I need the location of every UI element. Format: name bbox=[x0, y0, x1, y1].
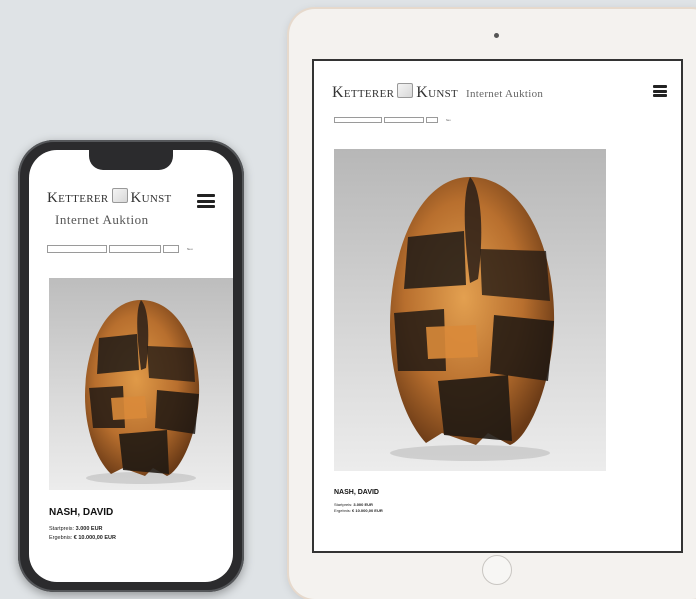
search-submit-button[interactable]: Neu bbox=[446, 119, 451, 122]
brand-subtitle: Internet Auktion bbox=[55, 212, 149, 227]
phone-header: Ketterer Kunst Internet Auktion bbox=[47, 188, 219, 232]
logo-mark-icon bbox=[111, 188, 128, 203]
search-field-artist[interactable] bbox=[47, 245, 107, 253]
menu-icon[interactable] bbox=[653, 85, 667, 97]
brand-name-part2: Kunst bbox=[416, 84, 459, 101]
start-price: Startpreis: 3.000 EUR bbox=[334, 502, 373, 507]
brand-name-part1: Ketterer bbox=[47, 190, 109, 206]
sculpture-illustration bbox=[390, 177, 555, 461]
result-price: Ergebnis: € 10.000,00 EUR bbox=[49, 535, 116, 541]
search-field-keyword[interactable] bbox=[109, 245, 161, 253]
brand-subtitle: Internet Auktion bbox=[466, 88, 544, 100]
start-price-label: Startpreis: bbox=[49, 526, 75, 532]
brand-name-part2: Kunst bbox=[130, 190, 172, 206]
start-price-value: 3.000 EUR bbox=[353, 502, 373, 507]
result-label: Ergebnis: bbox=[334, 508, 351, 513]
brand-logo[interactable]: Ketterer Kunst Internet Auktion bbox=[332, 83, 543, 102]
menu-icon[interactable] bbox=[197, 194, 215, 208]
start-price-value: 3.000 EUR bbox=[75, 526, 103, 532]
sculpture-illustration bbox=[85, 300, 200, 484]
tablet-device: Ketterer Kunst Internet Auktion Neu NASH… bbox=[289, 9, 696, 599]
device-mockup-scene: Ketterer Kunst Internet Auktion Neu NASH… bbox=[0, 0, 696, 599]
artist-name[interactable]: NASH, DAVID bbox=[334, 489, 379, 496]
search-field-lot[interactable] bbox=[163, 245, 179, 253]
logo-mark-icon bbox=[397, 83, 414, 98]
brand-name-part1: Ketterer bbox=[332, 84, 395, 101]
result-price: Ergebnis: € 10.000,00 EUR bbox=[334, 508, 383, 513]
search-field-keyword[interactable] bbox=[384, 117, 424, 123]
camera-icon bbox=[494, 33, 499, 38]
search-field-lot[interactable] bbox=[426, 117, 438, 123]
start-price-label: Startpreis: bbox=[334, 502, 353, 507]
artwork-image[interactable] bbox=[49, 278, 233, 490]
search-bar: Neu bbox=[334, 117, 451, 123]
phone-screen: Ketterer Kunst Internet Auktion Neu NASH… bbox=[29, 150, 233, 582]
artwork-image[interactable] bbox=[334, 149, 606, 471]
search-bar: Neu bbox=[47, 245, 193, 253]
phone-notch bbox=[89, 150, 173, 170]
search-field-artist[interactable] bbox=[334, 117, 382, 123]
search-submit-button[interactable]: Neu bbox=[187, 247, 193, 251]
phone-device: Ketterer Kunst Internet Auktion Neu NASH… bbox=[18, 140, 244, 592]
tablet-screen: Ketterer Kunst Internet Auktion Neu NASH… bbox=[312, 59, 683, 553]
result-label: Ergebnis: bbox=[49, 535, 73, 541]
home-button-icon[interactable] bbox=[482, 555, 512, 585]
result-value: € 10.000,00 EUR bbox=[73, 535, 116, 541]
result-value: € 10.000,00 EUR bbox=[352, 508, 383, 513]
artist-name[interactable]: NASH, DAVID bbox=[49, 507, 113, 518]
brand-logo[interactable]: Ketterer Kunst bbox=[47, 188, 172, 207]
start-price: Startpreis: 3.000 EUR bbox=[49, 526, 103, 532]
